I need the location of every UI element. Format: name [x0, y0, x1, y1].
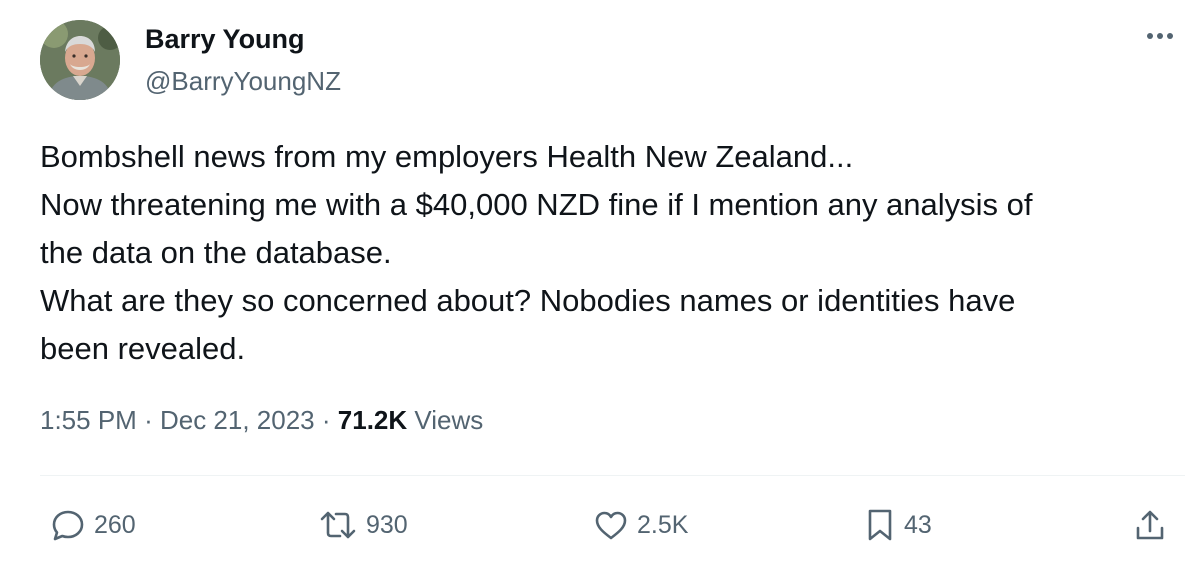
tweet-line: Now threatening me with a $40,000 NZD fi…: [40, 187, 1033, 222]
tweet-time[interactable]: 1:55 PM: [40, 405, 137, 435]
tweet-text: Bombshell news from my employers Health …: [40, 133, 1190, 373]
author-handle[interactable]: @BarryYoungNZ: [145, 66, 341, 97]
tweet-line: Bombshell news from my employers Health …: [40, 139, 854, 174]
author-name[interactable]: Barry Young: [145, 24, 305, 55]
share-button[interactable]: [1133, 503, 1167, 547]
meta-separator: ·: [321, 405, 331, 435]
avatar-image: [40, 20, 120, 100]
repost-button[interactable]: 930: [318, 503, 408, 547]
bookmark-button[interactable]: 43: [864, 503, 932, 547]
tweet-line: been revealed.: [40, 331, 246, 366]
views-label: Views: [414, 405, 484, 435]
reply-count: 260: [94, 510, 136, 539]
tweet-date[interactable]: Dec 21, 2023: [160, 405, 315, 435]
heart-icon: [595, 511, 627, 540]
more-horizontal-icon: [1147, 33, 1173, 39]
views-count: 71.2K: [337, 405, 408, 435]
bookmark-count: 43: [904, 510, 932, 539]
tweet-line: What are they so concerned about? Nobodi…: [40, 283, 1016, 318]
like-count: 2.5K: [637, 510, 689, 539]
repost-icon: [320, 511, 356, 539]
bookmark-icon: [868, 509, 892, 541]
avatar[interactable]: [40, 20, 120, 100]
tweet-line: the data on the database.: [40, 235, 392, 270]
repost-count: 930: [366, 510, 408, 539]
reply-button[interactable]: 260: [50, 503, 136, 547]
like-button[interactable]: 2.5K: [593, 503, 688, 547]
share-icon: [1136, 510, 1164, 540]
divider: [40, 475, 1185, 476]
tweet-meta: 1:55 PM · Dec 21, 2023 · 71.2K Views: [40, 405, 483, 436]
meta-separator: ·: [144, 405, 153, 435]
more-options-button[interactable]: [1142, 24, 1178, 48]
reply-bubble-icon: [52, 510, 84, 541]
